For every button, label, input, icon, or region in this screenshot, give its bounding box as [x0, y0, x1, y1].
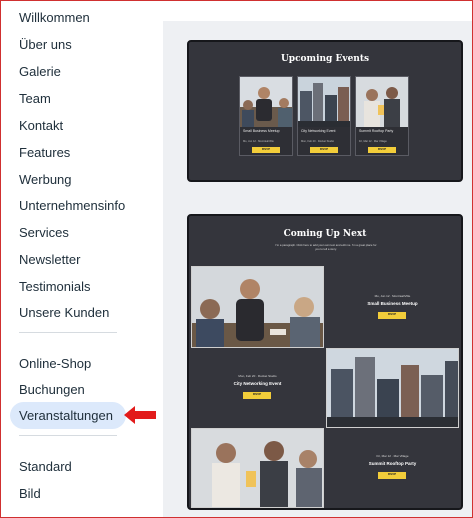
event-info-block: Mo, Jun 12 · Montréal/Ville Small Busine… — [326, 266, 459, 348]
event-photo-city-large — [326, 348, 459, 428]
sidebar-item-features[interactable]: Features — [19, 145, 70, 160]
sidebar-item-unternehmensinfo[interactable]: Unternehmensinfo — [19, 198, 125, 213]
event-card: Summit Rooftop Party Fri, Mar 12 · Mar V… — [355, 76, 409, 156]
event-meta: Mon, Feb 20 · Rocket Studio — [238, 374, 277, 378]
sidebar-item-werbung[interactable]: Werbung — [19, 172, 72, 187]
event-card-title: Small Business Meetup — [243, 129, 280, 133]
upcoming-title: Upcoming Events — [280, 54, 370, 64]
rsvp-button[interactable]: RSVP — [378, 472, 406, 479]
section-preview-canvas: Upcoming Events Small Business Meetup Mo… — [163, 1, 472, 517]
sidebar-divider — [19, 435, 117, 436]
events-template-upcoming[interactable]: Upcoming Events Small Business Meetup Mo… — [187, 40, 463, 182]
event-photo-meetup — [240, 77, 292, 127]
event-photo-rooftop-large — [191, 428, 324, 508]
event-card-title: City Networking Event — [301, 129, 336, 133]
sidebar-item-veranstaltungen[interactable]: Veranstaltungen — [19, 408, 113, 423]
event-meta: Fri, Mar 12 · Mar Village — [376, 454, 409, 458]
sidebar-item-standard[interactable]: Standard — [19, 459, 72, 474]
sidebar-item-bild[interactable]: Bild — [19, 486, 41, 501]
sidebar-item-testimonials[interactable]: Testimonials — [19, 279, 91, 294]
rsvp-button[interactable]: RSVP — [310, 147, 338, 153]
section-sidebar: Willkommen Über uns Galerie Team Kontakt… — [1, 1, 163, 517]
sidebar-item-online-shop[interactable]: Online-Shop — [19, 356, 91, 371]
event-card: Small Business Meetup Mo, Jun 12 · Montr… — [239, 76, 293, 156]
event-card-title: Summit Rooftop Party — [359, 129, 394, 133]
pointer-arrow-icon — [124, 406, 156, 424]
sidebar-item-newsletter[interactable]: Newsletter — [19, 252, 80, 267]
sidebar-item-services[interactable]: Services — [19, 225, 69, 240]
event-card-meta: Mo, Jun 12 · Montréal/Ville — [243, 140, 274, 143]
event-photo-rooftop — [356, 77, 408, 127]
coming-up-subtitle: I'm a paragraph. Click here to add your … — [275, 243, 377, 251]
event-card: City Networking Event Mon, Feb 20 · Rock… — [297, 76, 351, 156]
rsvp-button[interactable]: RSVP — [368, 147, 396, 153]
event-title: Small Business Meetup — [367, 301, 418, 306]
rsvp-button[interactable]: RSVP — [378, 312, 406, 319]
sidebar-divider — [19, 332, 117, 333]
event-card-meta: Fri, Mar 12 · Mar Village — [359, 140, 387, 143]
sidebar-item-kontakt[interactable]: Kontakt — [19, 118, 63, 133]
preview-topbar — [163, 1, 472, 21]
event-photo-city — [298, 77, 350, 127]
event-meta: Mo, Jun 12 · Montréal/Ville — [374, 294, 411, 298]
event-title: City Networking Event — [233, 381, 282, 386]
sidebar-item-ueber-uns[interactable]: Über uns — [19, 37, 72, 52]
event-info-block: Fri, Mar 12 · Mar Village Summit Rooftop… — [326, 428, 459, 508]
sidebar-item-team[interactable]: Team — [19, 91, 51, 106]
events-template-coming-up[interactable]: Coming Up Next I'm a paragraph. Click he… — [187, 214, 463, 510]
event-card-meta: Mon, Feb 20 · Rocket Studio — [301, 140, 335, 143]
event-photo-meetup-large — [191, 266, 324, 348]
rsvp-button[interactable]: RSVP — [252, 147, 280, 153]
event-title: Summit Rooftop Party — [368, 461, 417, 466]
sidebar-item-buchungen[interactable]: Buchungen — [19, 382, 85, 397]
event-info-block: Mon, Feb 20 · Rocket Studio City Network… — [191, 348, 324, 428]
sidebar-item-galerie[interactable]: Galerie — [19, 64, 61, 79]
sidebar-item-willkommen[interactable]: Willkommen — [19, 10, 90, 25]
coming-up-title: Coming Up Next — [283, 229, 367, 239]
sidebar-item-unsere-kunden[interactable]: Unsere Kunden — [19, 305, 109, 320]
rsvp-button[interactable]: RSVP — [243, 392, 271, 399]
